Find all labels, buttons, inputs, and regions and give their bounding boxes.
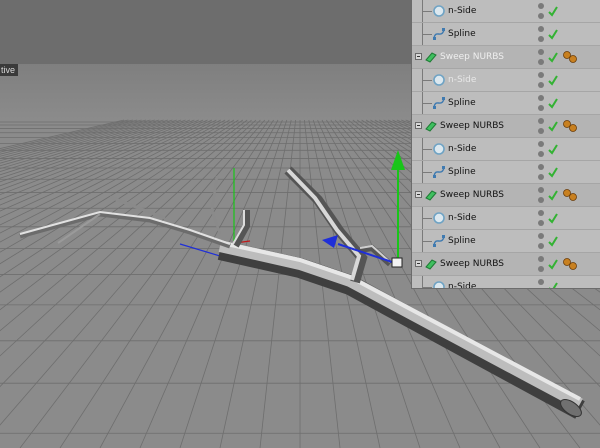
- gizmo-center[interactable]: [391, 257, 403, 268]
- expand-toggle[interactable]: [415, 122, 422, 129]
- expand-toggle[interactable]: [415, 191, 422, 198]
- editor-visibility-dot[interactable]: [538, 164, 544, 170]
- object-row-nside[interactable]: n-Side: [412, 69, 600, 92]
- spline-icon: [433, 235, 445, 247]
- enabled-check-icon[interactable]: [547, 165, 559, 179]
- enabled-check-icon[interactable]: [547, 50, 559, 64]
- enabled-check-icon[interactable]: [547, 73, 559, 87]
- spline-icon: [433, 97, 445, 109]
- object-label: Sweep NURBS: [440, 121, 505, 131]
- phong-tag-icon[interactable]: [562, 50, 578, 64]
- object-label: Spline: [448, 29, 476, 39]
- sweep-nurbs-icon: [425, 121, 437, 132]
- render-visibility-dot[interactable]: [538, 151, 544, 157]
- tree-branch: [422, 218, 432, 219]
- enabled-check-icon[interactable]: [547, 257, 559, 271]
- render-visibility-dot[interactable]: [538, 174, 544, 180]
- editor-visibility-dot[interactable]: [538, 141, 544, 147]
- object-row-spline[interactable]: Spline: [412, 230, 600, 253]
- object-label: Sweep NURBS: [440, 259, 505, 269]
- render-visibility-dot[interactable]: [538, 243, 544, 249]
- cinema4d-workspace: tive n-Side Spline Sweep NURBS n-Side Spline…: [0, 0, 600, 448]
- enabled-check-icon[interactable]: [547, 188, 559, 202]
- enabled-check-icon[interactable]: [547, 4, 559, 18]
- expand-toggle[interactable]: [415, 53, 422, 60]
- render-visibility-dot[interactable]: [538, 266, 544, 272]
- sweep-nurbs-icon: [425, 190, 437, 201]
- editor-visibility-dot[interactable]: [538, 210, 544, 216]
- viewport-name-label: tive: [0, 64, 19, 76]
- editor-visibility-dot[interactable]: [538, 118, 544, 124]
- tree-branch: [422, 287, 432, 288]
- tree-branch: [422, 34, 432, 35]
- editor-visibility-dot[interactable]: [538, 233, 544, 239]
- render-visibility-dot[interactable]: [538, 59, 544, 65]
- tree-branch: [422, 80, 432, 81]
- object-row-nside[interactable]: n-Side: [412, 0, 600, 23]
- tree-branch: [422, 172, 432, 173]
- render-visibility-dot[interactable]: [538, 13, 544, 19]
- enabled-check-icon[interactable]: [547, 280, 559, 289]
- enabled-check-icon[interactable]: [547, 211, 559, 225]
- editor-visibility-dot[interactable]: [538, 72, 544, 78]
- spline-icon: [433, 28, 445, 40]
- enabled-check-icon[interactable]: [547, 96, 559, 110]
- object-row-spline[interactable]: Spline: [412, 92, 600, 115]
- editor-visibility-dot[interactable]: [538, 279, 544, 285]
- editor-visibility-dot[interactable]: [538, 49, 544, 55]
- object-row-sweep-nurbs[interactable]: Sweep NURBS: [412, 253, 600, 276]
- object-row-spline[interactable]: Spline: [412, 161, 600, 184]
- tree-branch: [422, 11, 432, 12]
- editor-visibility-dot[interactable]: [538, 256, 544, 262]
- object-label: Spline: [448, 236, 476, 246]
- sweep-nurbs-icon: [425, 259, 437, 270]
- render-visibility-dot[interactable]: [538, 220, 544, 226]
- enabled-check-icon[interactable]: [547, 234, 559, 248]
- object-list: n-Side Spline Sweep NURBS n-Side Spline Sweep…: [412, 0, 600, 289]
- editor-visibility-dot[interactable]: [538, 187, 544, 193]
- object-label: Sweep NURBS: [440, 52, 505, 62]
- nside-icon: [433, 212, 445, 224]
- nside-icon: [433, 74, 445, 86]
- phong-tag-icon[interactable]: [562, 188, 578, 202]
- nside-icon: [433, 5, 445, 17]
- editor-visibility-dot[interactable]: [538, 3, 544, 9]
- enabled-check-icon[interactable]: [547, 119, 559, 133]
- object-row-sweep-nurbs[interactable]: Sweep NURBS: [412, 184, 600, 207]
- expand-toggle[interactable]: [415, 260, 422, 267]
- enabled-check-icon[interactable]: [547, 27, 559, 41]
- enabled-check-icon[interactable]: [547, 142, 559, 156]
- object-row-spline[interactable]: Spline: [412, 23, 600, 46]
- object-manager-panel[interactable]: n-Side Spline Sweep NURBS n-Side Spline Sweep…: [411, 0, 600, 289]
- object-label: n-Side: [448, 282, 477, 289]
- nside-icon: [433, 143, 445, 155]
- render-visibility-dot[interactable]: [538, 197, 544, 203]
- object-label: n-Side: [448, 213, 477, 223]
- phong-tag-icon[interactable]: [562, 257, 578, 271]
- tree-branch: [422, 149, 432, 150]
- render-visibility-dot[interactable]: [538, 82, 544, 88]
- object-label: n-Side: [448, 75, 477, 85]
- nside-icon: [433, 281, 445, 288]
- editor-visibility-dot[interactable]: [538, 26, 544, 32]
- render-visibility-dot[interactable]: [538, 36, 544, 42]
- object-label: n-Side: [448, 144, 477, 154]
- tree-branch: [422, 241, 432, 242]
- object-row-nside[interactable]: n-Side: [412, 138, 600, 161]
- render-visibility-dot[interactable]: [538, 128, 544, 134]
- sweep-nurbs-icon: [425, 52, 437, 63]
- object-row-sweep-nurbs[interactable]: Sweep NURBS: [412, 115, 600, 138]
- object-label: n-Side: [448, 6, 477, 16]
- object-row-nside[interactable]: n-Side: [412, 276, 600, 289]
- object-label: Sweep NURBS: [440, 190, 505, 200]
- tree-branch: [422, 103, 432, 104]
- object-label: Spline: [448, 98, 476, 108]
- spline-icon: [433, 166, 445, 178]
- object-row-sweep-nurbs[interactable]: Sweep NURBS: [412, 46, 600, 69]
- render-visibility-dot[interactable]: [538, 105, 544, 111]
- phong-tag-icon[interactable]: [562, 119, 578, 133]
- editor-visibility-dot[interactable]: [538, 95, 544, 101]
- object-row-nside[interactable]: n-Side: [412, 207, 600, 230]
- object-label: Spline: [448, 167, 476, 177]
